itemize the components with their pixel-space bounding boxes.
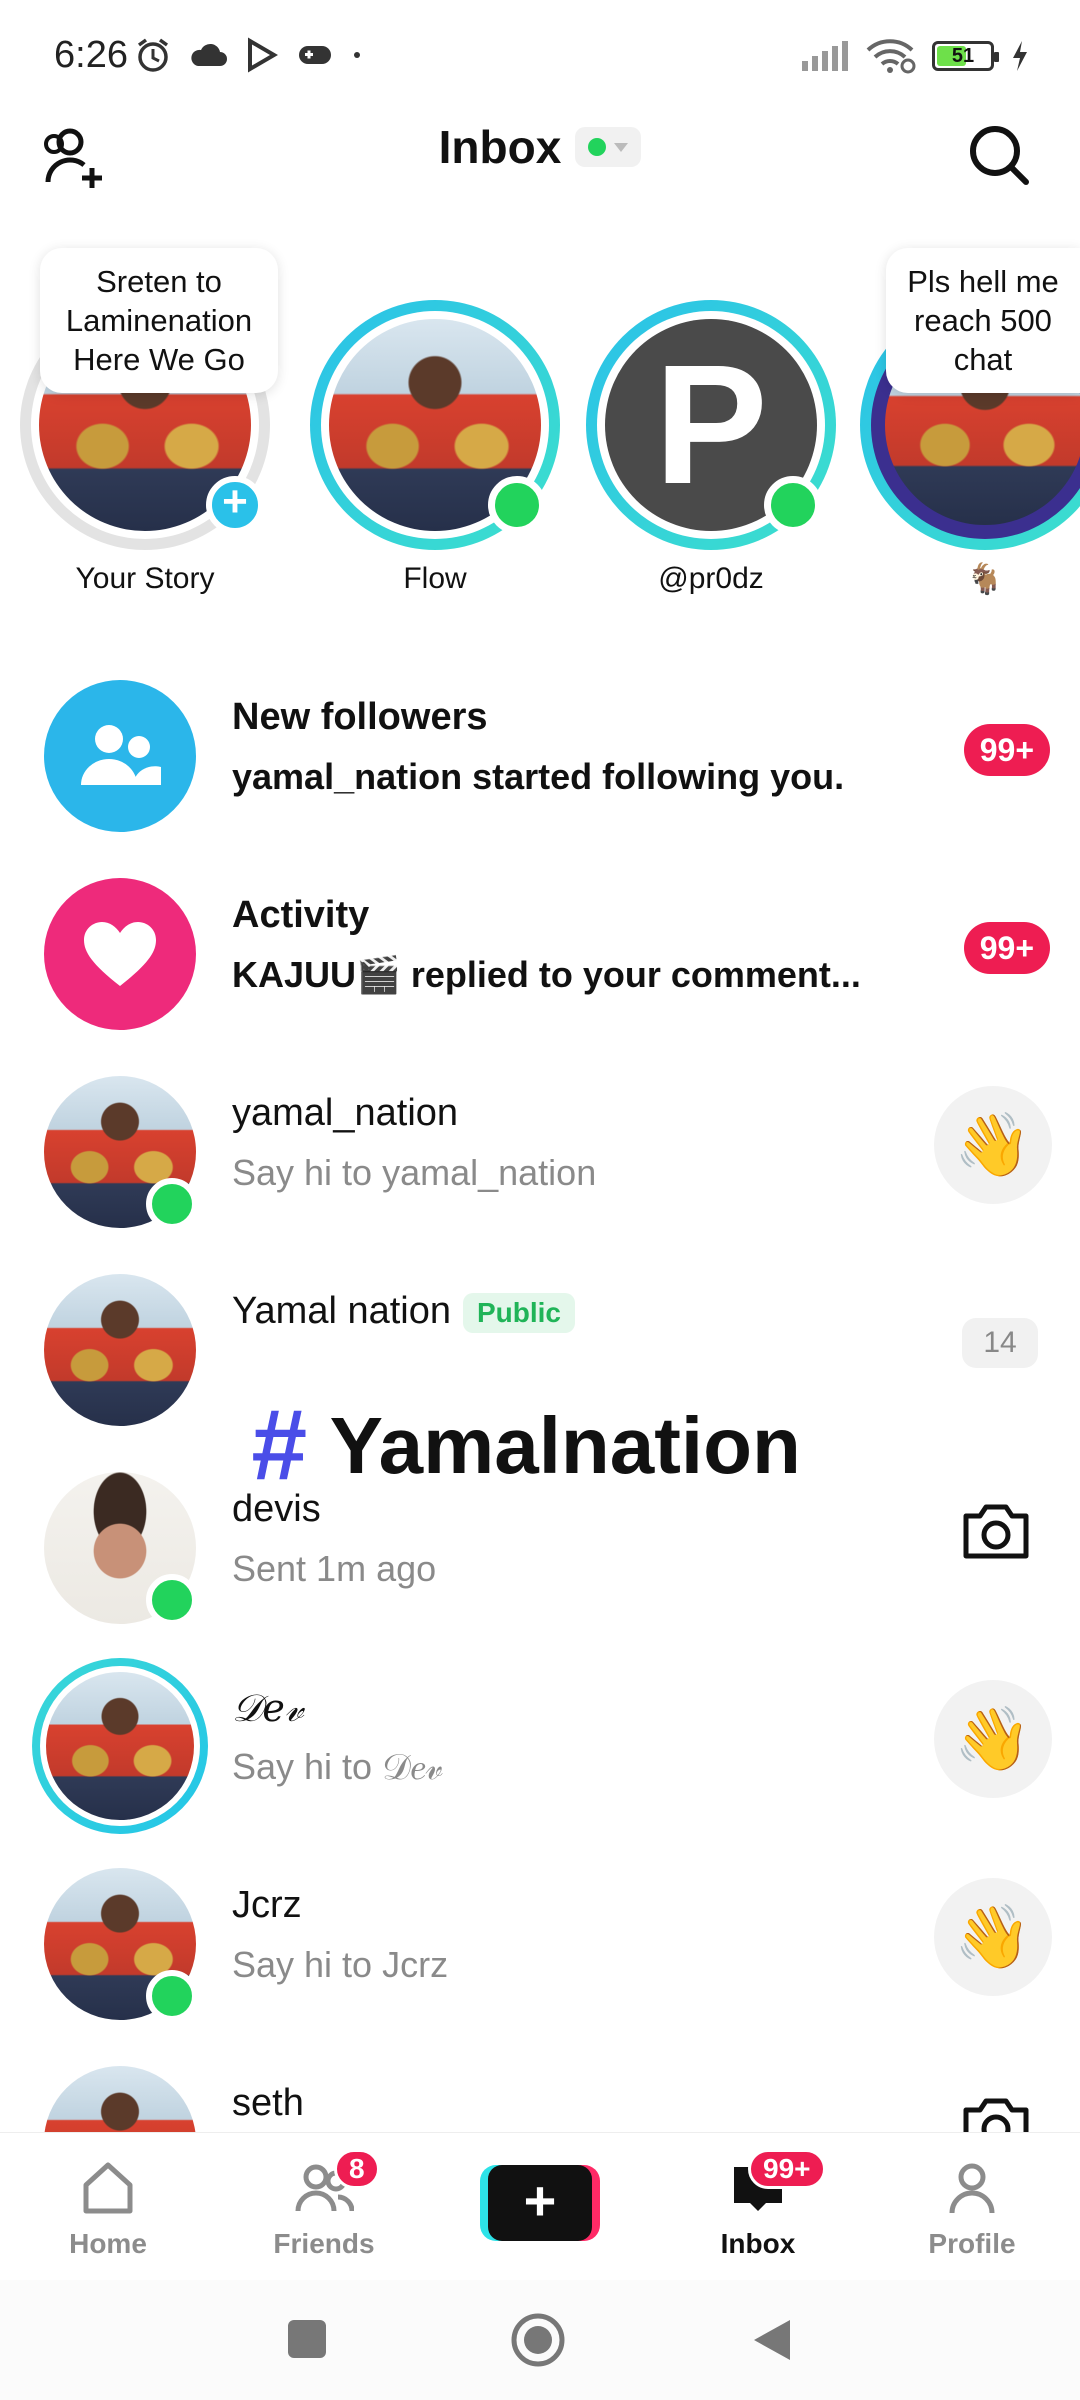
alarm-icon [137,38,169,72]
row-subtitle: yamal_nation started following you. [232,756,845,797]
status-time: 6:26 [54,34,128,76]
home-nav-icon[interactable] [510,2312,566,2368]
stories-row: + Your Story Sreten to Laminenation Here… [0,230,1080,610]
status-bar: 6:26 51 [0,0,1080,120]
avatar [44,1868,198,2022]
row-subtitle: Say hi to Jcrz [232,1944,449,1985]
online-status-dot [588,138,607,156]
story-name: 🐐 [966,563,1004,596]
row-title: yamal_nation [232,1092,459,1134]
row-title: Yamal nation Public [232,1290,575,1333]
battery-icon: 51 [932,41,999,71]
member-count-badge: 14 [962,1318,1038,1368]
camera-icon[interactable] [956,1492,1036,1572]
friends-badge: 8 [334,2149,380,2189]
nav-label: Home [69,2228,147,2259]
list-item-activity[interactable]: Activity KAJUU🎬 replied to your comment.… [0,858,1080,1048]
avatar [44,1076,198,1230]
story-name: Your Story [75,562,215,595]
dot-icon [354,52,360,58]
online-status-toggle[interactable] [575,127,642,167]
chevron-down-icon [614,142,629,152]
battery-level: 51 [951,44,975,67]
avatar [44,1274,196,1426]
list-item-yamal-nation[interactable]: yamal_nation Say hi to yamal_nation 👋 [0,1056,1080,1246]
wave-button[interactable]: 👋 [934,1878,1052,1996]
wave-button[interactable]: 👋 [934,1086,1052,1204]
add-story-icon[interactable]: + [206,476,264,534]
recent-apps-icon[interactable] [286,2318,328,2360]
avatar [44,2066,196,2132]
status-left-icons [134,36,364,74]
row-title: New followers [232,696,488,738]
row-subtitle: Say hi to 𝒟𝑒𝓋 [232,1746,444,1787]
status-right-icons: 51 [802,38,1030,74]
plus-icon: + [488,2165,592,2241]
list-item-jcrz[interactable]: Jcrz Say hi to Jcrz 👋 [0,1848,1080,2038]
inbox-header: Inbox [0,110,1080,200]
story-note-bubble[interactable]: Sreten to Laminenation Here We Go [40,248,278,393]
online-indicator [146,1178,198,1230]
row-title: 𝒟𝑒𝓋 [232,1686,304,1730]
row-subtitle: KAJUU🎬 replied to your comment... [232,954,861,995]
bottom-nav: Home Friends 8 + Inbox 99+ Profile [0,2132,1080,2280]
home-icon [83,2162,133,2214]
inbox-badge: 99+ [748,2149,826,2189]
wave-button[interactable]: 👋 [934,1680,1052,1798]
hashtag-text: Yamalnation [329,1400,801,1490]
hashtag-icon: # [250,1389,306,1501]
group-name: Yamal nation [232,1290,451,1332]
nav-label: Inbox [720,2228,796,2259]
avatar [44,1472,198,1626]
nav-profile[interactable]: Profile [882,2157,1062,2260]
header-title-group: Inbox [0,120,1080,174]
public-tag: Public [462,1292,575,1333]
nav-friends[interactable]: Friends 8 [234,2149,414,2260]
unread-badge: 99+ [963,922,1050,974]
online-indicator [146,1970,198,2022]
story-note-bubble[interactable]: Pls hell me reach 500 chat [886,248,1080,393]
story-name: Flow [403,562,467,595]
cloud-icon [191,43,227,66]
online-indicator [146,1574,198,1626]
row-title: Activity [232,894,370,936]
wifi-icon [866,39,916,74]
list-item-dev[interactable]: 𝒟𝑒𝓋 Say hi to 𝒟𝑒𝓋 👋 [0,1650,1080,1840]
unread-badge: 99+ [963,724,1050,776]
online-indicator [488,476,546,534]
online-indicator [764,476,822,534]
system-nav-bar [0,2280,1080,2400]
story-name: @pr0dz [658,562,764,595]
gamepad-icon [299,46,331,64]
hashtag-overlay: # Yamalnation [250,1388,801,1503]
nav-label: Friends [273,2228,375,2259]
avatar [32,1658,208,1834]
profile-icon [949,2163,995,2214]
nav-label: Profile [928,2228,1016,2259]
signal-icon [802,41,848,71]
followers-icon [44,680,196,832]
row-subtitle: Say hi to yamal_nation [232,1152,597,1193]
page-title: Inbox [438,121,562,173]
camera-icon[interactable] [956,2086,1036,2132]
row-subtitle: Sent 1m ago [232,1548,437,1589]
nav-home[interactable]: Home [18,2157,198,2260]
row-title: seth [232,2082,304,2124]
play-store-icon [248,37,278,73]
nav-inbox[interactable]: Inbox 99+ [668,2149,848,2260]
row-title: Jcrz [232,1884,302,1926]
list-item-new-followers[interactable]: New followers yamal_nation started follo… [0,660,1080,850]
charging-icon [1013,41,1027,71]
heart-icon [44,878,196,1030]
list-item-seth[interactable]: seth [0,2046,1080,2132]
create-button[interactable]: + [480,2165,600,2241]
search-icon[interactable] [966,122,1032,188]
back-icon[interactable] [750,2316,794,2364]
